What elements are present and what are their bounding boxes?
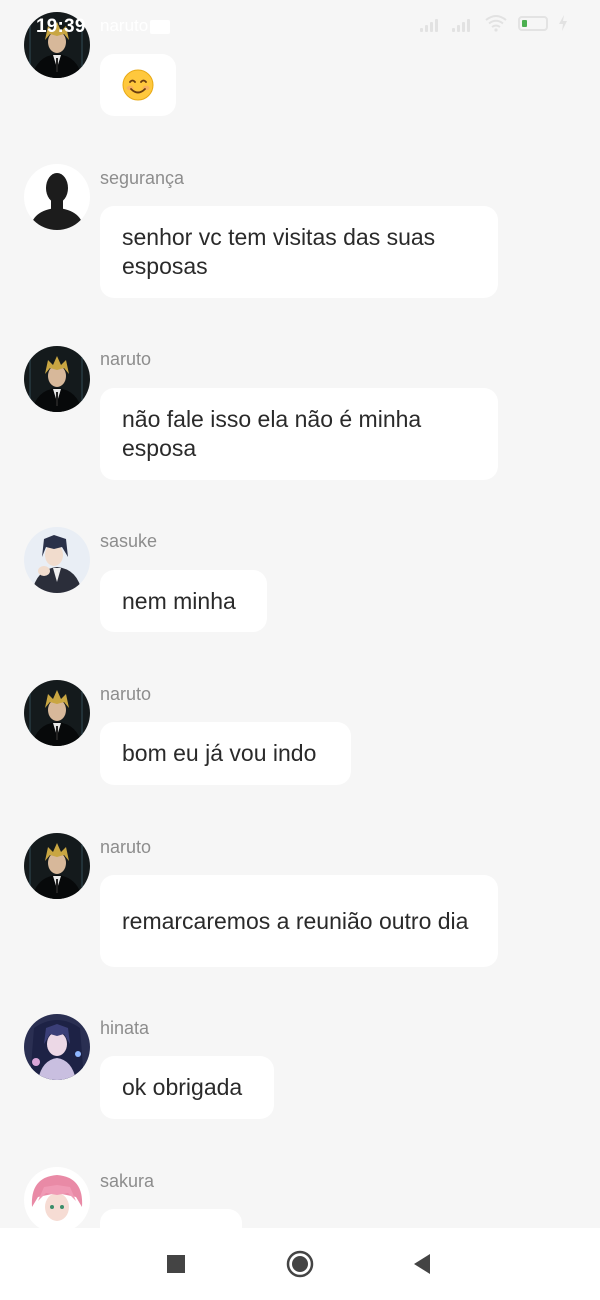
wifi-icon xyxy=(485,15,507,32)
back-triangle-icon xyxy=(414,1254,430,1274)
naruto-avatar[interactable] xyxy=(24,346,90,412)
message-bubble[interactable]: não fale isso ela não é minha esposa xyxy=(100,388,498,480)
home-button[interactable] xyxy=(286,1250,314,1283)
naruto-avatar[interactable] xyxy=(24,680,90,746)
message-bubble[interactable]: senhor vc tem visitas das suas esposas xyxy=(100,206,498,298)
sender-name: segurança xyxy=(100,168,185,188)
message-bubble[interactable]: remarcaremos a reunião outro dia xyxy=(100,875,498,967)
cell-signal-icon xyxy=(452,14,474,32)
sender-name: sakura xyxy=(100,1171,155,1191)
message-text: bom eu já vou indo xyxy=(122,740,317,766)
sender-name: sasuke xyxy=(100,531,158,551)
sender-name: naruto xyxy=(100,684,152,704)
naruto-avatar[interactable] xyxy=(24,833,90,899)
recent-apps-button[interactable] xyxy=(166,1254,186,1279)
hinata-avatar[interactable] xyxy=(24,1014,90,1080)
sender-name: hinata xyxy=(100,1018,150,1038)
back-button[interactable] xyxy=(412,1253,432,1280)
message-bubble[interactable]: nem minha xyxy=(100,570,267,632)
message-text: não fale isso ela não é minha esposa xyxy=(122,406,422,461)
message-bubble[interactable]: bom eu já vou indo xyxy=(100,722,351,785)
sasuke-avatar[interactable] xyxy=(24,527,90,593)
status-overlap-text: naruto xyxy=(100,16,149,35)
square-icon xyxy=(167,1255,185,1273)
message-bubble[interactable] xyxy=(100,54,176,116)
navigation-bar xyxy=(0,1228,600,1300)
status-time: 19:39 xyxy=(36,16,86,37)
sakura-avatar[interactable] xyxy=(24,1167,90,1228)
message-text: remarcaremos a reunião outro dia xyxy=(122,907,469,934)
message-bubble[interactable]: ok obrigada xyxy=(100,1056,274,1119)
battery-icon xyxy=(518,15,548,31)
home-circle-icon xyxy=(286,1250,314,1278)
mail-notification-icon xyxy=(150,20,170,34)
chat-screen: segurança senhor vc tem visitas das suas… xyxy=(0,0,600,1300)
message-text: nem minha xyxy=(122,587,236,614)
message-text: ok obrigada xyxy=(122,1074,243,1100)
smiling-face-icon xyxy=(122,69,154,101)
sender-name: naruto xyxy=(100,837,152,857)
message-text: senhor vc tem visitas das suas esposas xyxy=(122,224,436,279)
sender-name: naruto xyxy=(100,349,152,369)
cell-signal-icon xyxy=(420,14,442,32)
message-list[interactable]: segurança senhor vc tem visitas das suas… xyxy=(0,0,600,1228)
charging-bolt-icon xyxy=(559,15,567,31)
status-icons xyxy=(420,14,568,32)
status-bar: 19:39 naruto xyxy=(0,0,600,54)
message-bubble[interactable] xyxy=(100,1209,242,1228)
silhouette-avatar[interactable] xyxy=(24,164,90,230)
